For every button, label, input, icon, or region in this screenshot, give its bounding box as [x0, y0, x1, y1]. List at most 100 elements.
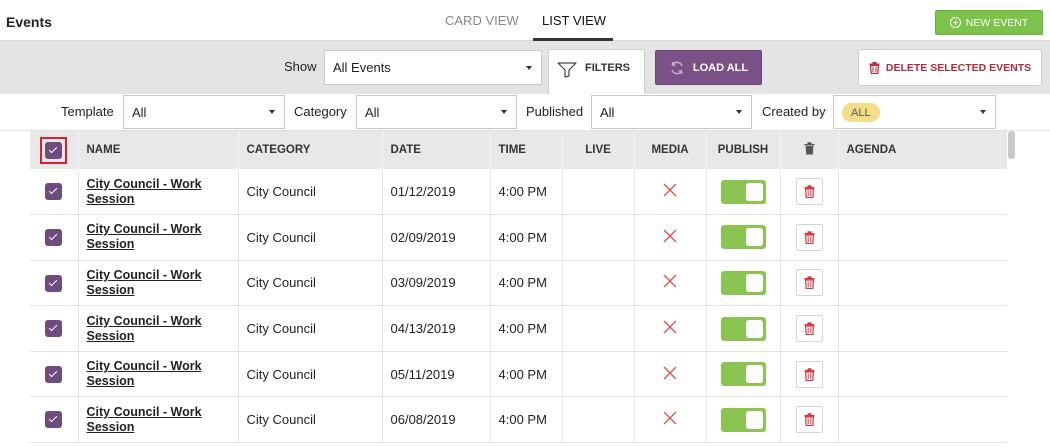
event-name-link[interactable]: City Council - Work Session: [87, 177, 212, 207]
template-select[interactable]: All: [123, 95, 285, 129]
row-checkbox-cell: [30, 169, 79, 216]
delete-event-button[interactable]: [795, 360, 823, 388]
delete-event-button[interactable]: [795, 406, 823, 434]
event-date: 03/09/2019: [382, 260, 491, 307]
event-delete-cell: [780, 305, 839, 352]
delete-selected-events-button[interactable]: DELETE SELECTED EVENTS: [858, 49, 1042, 86]
publish-toggle[interactable]: [720, 316, 766, 341]
event-publish-cell: [706, 305, 781, 352]
chevron-down-icon: [269, 110, 275, 114]
event-publish-cell: [706, 260, 781, 307]
delete-event-button[interactable]: [795, 315, 823, 343]
load-all-button[interactable]: LOAD ALL: [655, 50, 762, 85]
event-name-cell: City Council - Work Session: [78, 214, 239, 261]
event-date: 01/12/2019: [382, 169, 491, 216]
published-select[interactable]: All: [591, 95, 752, 129]
publish-toggle[interactable]: [720, 407, 766, 432]
x-icon: [663, 366, 677, 380]
event-publish-cell: [706, 351, 781, 398]
event-delete-cell: [780, 169, 839, 216]
trash-icon: [804, 231, 814, 244]
publish-toggle[interactable]: [720, 270, 766, 295]
column-header-delete: [780, 131, 839, 169]
delete-event-button[interactable]: [795, 178, 823, 206]
event-agenda-cell: [838, 351, 1007, 398]
event-delete-cell: [780, 214, 839, 261]
row-checkbox[interactable]: [45, 411, 63, 429]
row-checkbox[interactable]: [45, 365, 63, 383]
trash-icon: [804, 413, 814, 427]
event-name-cell: City Council - Work Session: [78, 351, 239, 398]
event-media-cell: [634, 260, 707, 307]
event-name-link[interactable]: City Council - Work Session: [87, 268, 212, 298]
row-checkbox[interactable]: [45, 320, 63, 338]
select-all-checkbox[interactable]: [45, 141, 63, 159]
chevron-down-icon: [526, 65, 532, 70]
column-header-name[interactable]: NAME: [78, 131, 239, 169]
delete-event-button[interactable]: [795, 223, 823, 251]
event-publish-cell: [706, 396, 781, 444]
column-header-date[interactable]: DATE: [382, 131, 491, 169]
new-event-button[interactable]: NEW EVENT: [935, 10, 1043, 35]
event-category: City Council: [238, 396, 383, 444]
event-date: 04/13/2019: [382, 305, 491, 352]
toggle-knob: [745, 182, 763, 201]
event-time: 4:00 PM: [490, 396, 563, 444]
toggle-knob: [745, 410, 763, 429]
column-header-time[interactable]: TIME: [490, 131, 563, 169]
event-name-link[interactable]: City Council - Work Session: [87, 222, 212, 252]
tab-card-view[interactable]: CARD VIEW: [445, 13, 519, 28]
event-name-cell: City Council - Work Session: [78, 305, 239, 352]
created-by-select[interactable]: ALL: [833, 95, 996, 129]
event-agenda-cell: [838, 305, 1007, 352]
event-delete-cell: [780, 260, 839, 307]
trash-icon: [804, 322, 814, 336]
row-checkbox-cell: [30, 351, 79, 398]
publish-toggle[interactable]: [720, 362, 766, 387]
event-name-cell: City Council - Work Session: [78, 260, 239, 307]
event-live-cell: [562, 351, 635, 398]
show-select[interactable]: All Events: [324, 50, 542, 85]
chevron-down-icon: [980, 110, 986, 114]
event-agenda-cell: [838, 260, 1007, 307]
category-select[interactable]: All: [356, 95, 517, 129]
event-publish-cell: [706, 214, 781, 261]
column-header-category[interactable]: CATEGORY: [238, 131, 383, 169]
event-name-link[interactable]: City Council - Work Session: [87, 405, 212, 435]
trash-icon: [804, 276, 814, 290]
trash-icon: [804, 142, 814, 155]
chevron-down-icon: [501, 110, 507, 114]
chevron-down-icon: [736, 110, 742, 114]
table-row: City Council - Work Session City Council 0…: [30, 396, 1007, 444]
event-name-link[interactable]: City Council - Work Session: [87, 314, 212, 344]
select-all-cell: [30, 131, 79, 169]
row-checkbox[interactable]: [45, 274, 63, 292]
row-checkbox[interactable]: [45, 183, 63, 201]
row-checkbox[interactable]: [45, 228, 63, 246]
row-checkbox-cell: [30, 305, 79, 352]
table-scrollbar[interactable]: [1008, 131, 1015, 159]
publish-toggle[interactable]: [720, 179, 766, 204]
toggle-knob: [745, 273, 763, 292]
event-agenda-cell: [838, 214, 1007, 261]
table-row: City Council - Work Session City Council 0…: [30, 214, 1007, 261]
show-select-value: All Events: [333, 60, 391, 75]
event-delete-cell: [780, 351, 839, 398]
top-bar: Events CARD VIEW LIST VIEW NEW EVENT: [0, 0, 1050, 41]
event-category: City Council: [238, 169, 383, 216]
page-title: Events: [6, 14, 52, 30]
delete-selected-label: DELETE SELECTED EVENTS: [885, 61, 1032, 74]
event-name-link[interactable]: City Council - Work Session: [87, 359, 212, 389]
row-checkbox-cell: [30, 396, 79, 444]
tab-list-view[interactable]: LIST VIEW: [542, 13, 606, 28]
show-label: Show: [284, 59, 317, 74]
x-icon: [663, 183, 677, 197]
event-name-cell: City Council - Work Session: [78, 169, 239, 216]
event-category: City Council: [238, 305, 383, 352]
filters-tab[interactable]: FILTERS: [548, 49, 645, 95]
event-time: 4:00 PM: [490, 351, 563, 398]
publish-toggle[interactable]: [720, 225, 766, 250]
x-icon: [663, 411, 677, 425]
delete-event-button[interactable]: [795, 269, 823, 297]
new-event-label: NEW EVENT: [965, 16, 1029, 29]
